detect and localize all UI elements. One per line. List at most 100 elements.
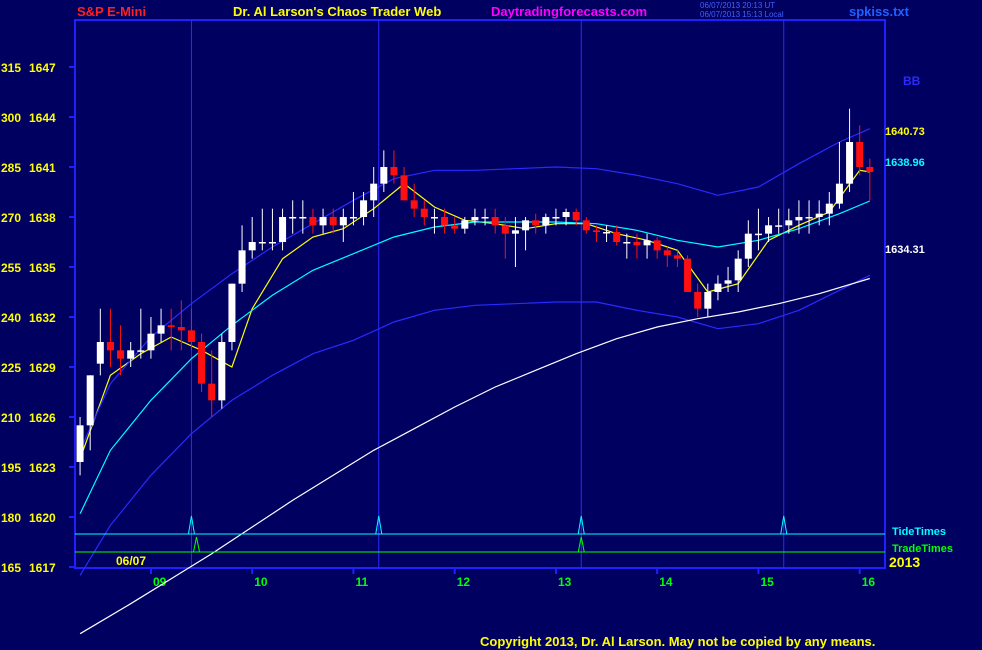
candle-body-32 bbox=[400, 175, 408, 201]
candle-body-38 bbox=[461, 220, 469, 229]
candle-body-76 bbox=[846, 142, 854, 184]
candle-body-24 bbox=[319, 217, 327, 226]
candle-body-71 bbox=[795, 217, 803, 221]
price-label-1: 1638.96 bbox=[885, 157, 925, 169]
x-label-6: 15 bbox=[760, 575, 774, 589]
candle-body-46 bbox=[542, 217, 550, 226]
candle-body-0 bbox=[76, 425, 84, 462]
y-price-label-5: 1632 bbox=[29, 311, 56, 325]
candle-body-13 bbox=[208, 383, 216, 401]
trade-spike-0 bbox=[193, 536, 200, 553]
candle-body-58 bbox=[663, 250, 671, 256]
candle-body-12 bbox=[198, 342, 206, 384]
candle-body-17 bbox=[248, 242, 256, 251]
site-title: Dr. Al Larson's Chaos Trader Web bbox=[233, 4, 442, 19]
band-label: BB bbox=[903, 74, 921, 88]
price-label-0: 1640.73 bbox=[885, 126, 925, 138]
candle-body-48 bbox=[562, 212, 570, 217]
x-label-2: 11 bbox=[355, 575, 368, 589]
candle-body-78 bbox=[866, 167, 874, 172]
x-label-5: 14 bbox=[659, 575, 673, 589]
price-label-2: 1634.31 bbox=[885, 244, 925, 256]
candle-body-62 bbox=[704, 292, 712, 309]
candle-body-51 bbox=[592, 230, 600, 232]
y-price-label-8: 1641 bbox=[29, 161, 56, 175]
y-left-label-1: 180 bbox=[1, 511, 21, 525]
candle-body-41 bbox=[491, 217, 499, 226]
chart-window: 165 1617 180 1620 195 1623 210 1626 225 1629 240 16… bbox=[0, 0, 982, 650]
candle-body-43 bbox=[511, 230, 519, 234]
candle-body-57 bbox=[653, 240, 661, 251]
copyright-notice: Copyright 2013, Dr. Al Larson. May not b… bbox=[480, 634, 876, 649]
candle-body-33 bbox=[410, 200, 418, 209]
website-link[interactable]: Daytradingforecasts.com bbox=[491, 4, 647, 19]
candle-body-40 bbox=[481, 217, 489, 219]
candle-body-63 bbox=[714, 283, 722, 292]
y-price-label-9: 1644 bbox=[29, 111, 56, 125]
x-label-4: 13 bbox=[558, 575, 572, 589]
candle-body-60 bbox=[684, 258, 692, 292]
series-line-5 bbox=[79, 277, 870, 635]
candle-body-50 bbox=[582, 220, 590, 231]
y-left-label-5: 240 bbox=[1, 311, 21, 325]
candle-body-11 bbox=[187, 330, 195, 342]
series-line-4 bbox=[79, 274, 871, 576]
candle-body-56 bbox=[643, 240, 651, 246]
candle-body-30 bbox=[380, 167, 388, 184]
y-price-label-6: 1635 bbox=[29, 261, 56, 275]
y-left-label-6: 255 bbox=[1, 261, 21, 275]
candle-body-6 bbox=[137, 350, 145, 352]
candle-body-27 bbox=[349, 217, 357, 219]
y-price-label-3: 1626 bbox=[29, 411, 56, 425]
candle-body-26 bbox=[339, 217, 347, 226]
candle-body-5 bbox=[127, 350, 135, 359]
candle-body-55 bbox=[633, 242, 641, 246]
y-left-label-4: 225 bbox=[1, 361, 21, 375]
candle-body-15 bbox=[228, 283, 236, 342]
y-price-label-4: 1629 bbox=[29, 361, 56, 375]
candle-body-53 bbox=[613, 232, 621, 242]
candle-body-61 bbox=[694, 292, 702, 309]
y-left-label-7: 270 bbox=[1, 211, 21, 225]
candle-body-10 bbox=[177, 327, 185, 331]
candle-body-47 bbox=[552, 217, 560, 219]
x-label-1: 10 bbox=[254, 575, 268, 589]
year-label: 2013 bbox=[889, 554, 920, 570]
tide-times-label: TideTimes bbox=[892, 526, 946, 538]
y-price-label-7: 1638 bbox=[29, 211, 56, 225]
candle-body-2 bbox=[96, 342, 104, 364]
y-price-label-0: 1617 bbox=[29, 561, 56, 575]
candle-body-20 bbox=[279, 217, 287, 242]
candle-body-35 bbox=[430, 217, 438, 219]
candle-body-42 bbox=[501, 225, 509, 234]
candle-body-54 bbox=[623, 242, 631, 244]
y-left-label-8: 285 bbox=[1, 161, 21, 175]
y-price-label-2: 1623 bbox=[29, 461, 56, 475]
candle-body-9 bbox=[167, 325, 175, 327]
price-chart: 165 1617 180 1620 195 1623 210 1626 225 1629 240 16… bbox=[1, 19, 953, 635]
candle-body-1 bbox=[86, 375, 94, 426]
x-label-0: 09 bbox=[153, 575, 167, 589]
candle-body-70 bbox=[785, 220, 793, 226]
timestamp-ut: 06/07/2013 20:13 UT bbox=[700, 1, 776, 10]
timestamp-local: 06/07/2013 15:13 Local bbox=[700, 10, 784, 19]
candle-body-77 bbox=[856, 142, 864, 167]
candle-body-4 bbox=[117, 350, 125, 359]
candle-body-69 bbox=[775, 225, 783, 227]
candle-body-59 bbox=[673, 255, 681, 259]
candle-body-65 bbox=[734, 258, 742, 281]
candle-body-64 bbox=[724, 280, 732, 284]
y-left-label-0: 165 bbox=[1, 561, 21, 575]
candle-body-21 bbox=[289, 217, 297, 219]
candle-body-39 bbox=[471, 217, 479, 221]
y-left-label-10: 315 bbox=[1, 61, 21, 75]
date-label: 06/07 bbox=[116, 554, 146, 568]
candle-body-23 bbox=[309, 217, 317, 226]
candle-body-72 bbox=[805, 217, 813, 219]
plot-frame bbox=[74, 19, 886, 569]
candle-body-14 bbox=[218, 342, 226, 401]
candle-body-29 bbox=[370, 183, 378, 201]
series-line-3 bbox=[79, 128, 871, 451]
candle-body-73 bbox=[815, 213, 823, 217]
candle-body-68 bbox=[765, 225, 773, 234]
